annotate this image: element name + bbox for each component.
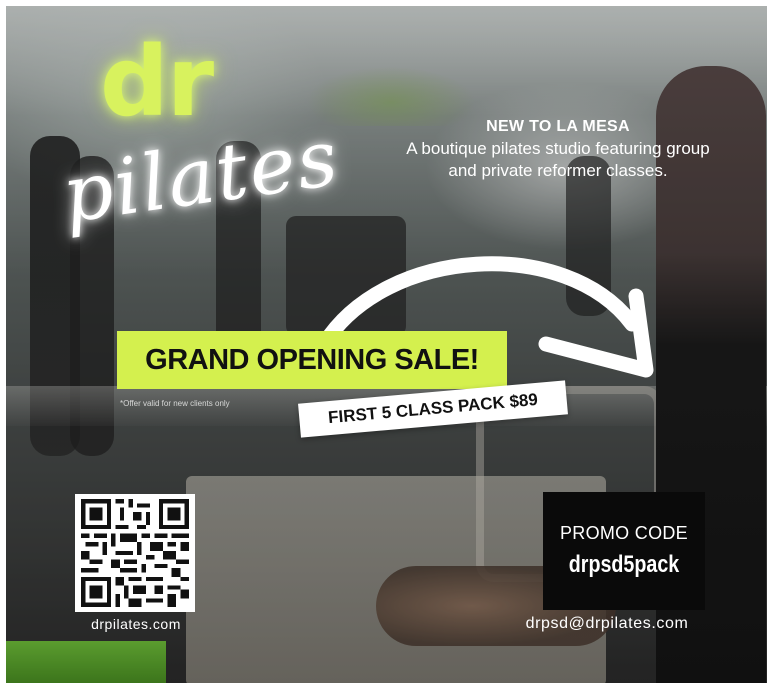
qr-code-icon	[81, 499, 189, 607]
promo-code-box: PROMO CODE drpsd5pack	[543, 492, 705, 610]
grand-opening-banner: GRAND OPENING SALE!	[117, 331, 507, 389]
promo-code-value: drpsd5pack	[568, 551, 680, 578]
promo-poster: dr pilates NEW TO LA MESA A boutique pil…	[6, 6, 767, 683]
website-link[interactable]: drpilates.com	[73, 616, 199, 632]
qr-code[interactable]	[75, 494, 195, 612]
offer-fineprint: *Offer valid for new clients only	[120, 399, 230, 408]
contact-email[interactable]: drpsd@drpilates.com	[498, 615, 716, 633]
promo-code-label: PROMO CODE	[559, 523, 688, 543]
sale-headline: GRAND OPENING SALE!	[145, 343, 479, 376]
